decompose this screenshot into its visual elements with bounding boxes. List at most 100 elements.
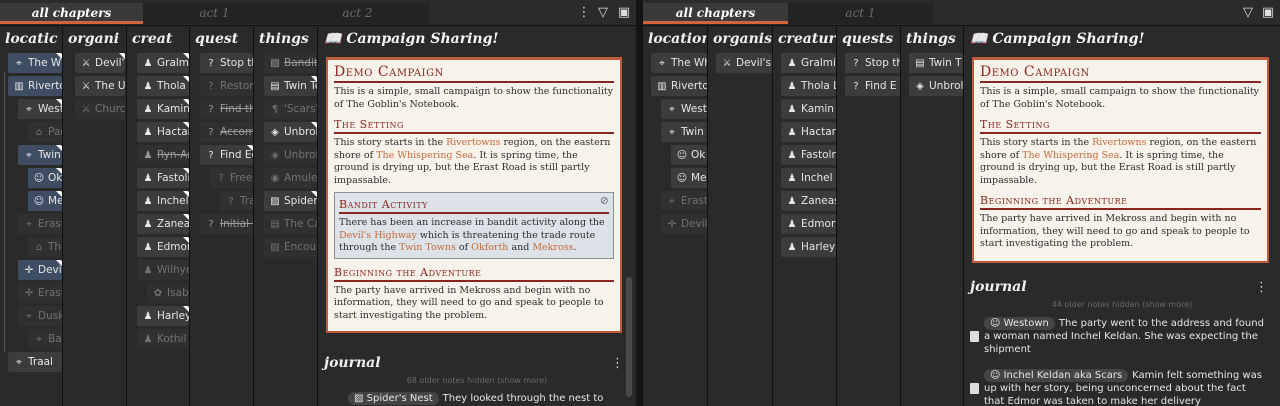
menu-icon[interactable]: ⋮ — [576, 4, 592, 21]
list-item[interactable]: ♟ Gralmi — [137, 53, 189, 73]
panel-divider[interactable] — [636, 0, 643, 406]
tab-act-2[interactable]: act 2 — [286, 3, 429, 24]
list-item[interactable]: ▨ Bandit — [264, 53, 317, 73]
list-item[interactable]: ▤Twin Te — [264, 76, 317, 96]
list-item[interactable]: ⌖Bas — [28, 329, 62, 349]
list-item[interactable]: ♟ Edmor — [137, 237, 189, 257]
list-item[interactable]: ?Track — [220, 191, 253, 211]
tab-all-chapters[interactable]: all chapters — [643, 3, 788, 24]
note-tag[interactable]: ▨ Spider's Nest — [348, 392, 439, 405]
list-item[interactable]: ? Restor — [200, 76, 253, 96]
note-tag[interactable]: ☺ Westown — [984, 317, 1055, 330]
list-item[interactable]: ♟ Kamin — [137, 99, 189, 119]
journal-note[interactable]: ▨ Spider's Nest They looked through the n… — [348, 392, 618, 405]
eye-slash-icon[interactable]: ⊘ — [600, 194, 609, 207]
list-item[interactable]: ✛ Devil — [661, 214, 707, 234]
list-item[interactable]: ♟ Fastoln — [781, 145, 836, 165]
list-item[interactable]: ☺ Me — [671, 168, 707, 188]
filter-icon[interactable]: ▽ — [1240, 4, 1256, 21]
list-item[interactable]: ✛ Devil — [18, 260, 62, 280]
list-item[interactable]: ♟Thola L — [137, 76, 189, 96]
note-tag[interactable]: ☺ Inchel Keldan aka Scars — [984, 369, 1129, 382]
tab-act-1[interactable]: act 1 — [788, 3, 933, 24]
list-item[interactable]: ▤ Twin T — [909, 53, 963, 73]
list-item[interactable]: ⌖ West — [18, 99, 62, 119]
list-item[interactable]: ? Find E — [845, 76, 900, 96]
list-item[interactable]: ◈ Unbrol — [909, 76, 963, 96]
list-item[interactable]: ?Stop th — [845, 53, 900, 73]
journal-menu-icon[interactable]: ⋮ — [611, 356, 624, 371]
link-okforth[interactable]: Okforth — [471, 242, 508, 253]
list-item[interactable]: ⌖ Twin — [661, 122, 707, 142]
window-icon[interactable]: ▣ — [1260, 4, 1276, 21]
list-item[interactable]: ⌖The Wh — [8, 53, 62, 73]
list-item[interactable]: ☺ Ok — [28, 168, 62, 188]
link-rivertowns[interactable]: Rivertowns — [446, 137, 500, 148]
list-item[interactable]: ✛Erast — [18, 283, 62, 303]
list-item[interactable]: ♟ Kothil — [137, 329, 189, 349]
list-item[interactable]: ♟Ryn-An — [137, 145, 189, 165]
list-item[interactable]: ♟Zaneas — [781, 191, 836, 211]
link-twin-towns[interactable]: Twin Towns — [399, 242, 456, 253]
link-whispering-sea[interactable]: The Whispering Sea — [1022, 150, 1119, 161]
show-more-link[interactable]: 68 older notes hidden (show more) — [318, 375, 636, 387]
tab-act-1[interactable]: act 1 — [143, 3, 286, 24]
list-item[interactable]: ♟ Wilhye — [137, 260, 189, 280]
list-item[interactable]: ▥ Riverto — [651, 76, 707, 96]
list-item[interactable]: ?Stop th — [200, 53, 253, 73]
list-item[interactable]: ⌖Erast — [18, 214, 62, 234]
link-rivertowns[interactable]: Rivertowns — [1092, 137, 1146, 148]
list-item[interactable]: ♟ Hactar — [781, 122, 836, 142]
show-more-link[interactable]: 44 older notes hidden (show more) — [964, 299, 1280, 311]
list-item[interactable]: ⚔The Ur — [75, 76, 125, 96]
list-item[interactable]: ▨ Spider' — [264, 191, 317, 211]
list-item[interactable]: ◈Unbrok — [264, 122, 317, 142]
window-icon[interactable]: ▣ — [616, 4, 632, 21]
link-devils-highway[interactable]: Devil's Highway — [339, 230, 417, 241]
list-item[interactable]: ♟ Kamin — [781, 99, 836, 119]
list-item[interactable]: ◉Amulet — [264, 168, 317, 188]
list-item[interactable]: ⌖Erast — [661, 191, 707, 211]
list-item[interactable]: ? Initial I — [200, 214, 253, 234]
list-item[interactable]: ♟ Edmor — [781, 214, 836, 234]
list-item[interactable]: ♟ Harley — [781, 237, 836, 257]
journal-note[interactable]: ☺ Inchel Keldan aka Scars Kamin felt some… — [970, 369, 1269, 406]
link-mekross[interactable]: Mekross — [532, 242, 573, 253]
list-item[interactable]: ⌖ Traal — [8, 352, 62, 372]
list-item[interactable]: ♟ Hactar — [137, 122, 189, 142]
list-item[interactable]: ⌂Par — [28, 122, 62, 142]
list-item[interactable]: ☺ Me — [28, 191, 62, 211]
tab-all-chapters[interactable]: all chapters — [0, 3, 143, 24]
list-item[interactable]: ☺ Ok — [671, 145, 707, 165]
list-item[interactable]: ⚔Church — [75, 99, 125, 119]
list-item[interactable]: ¶ 'Scars' — [264, 99, 317, 119]
journal-menu-icon[interactable]: ⋮ — [1255, 280, 1268, 295]
list-item[interactable]: ⌂The — [28, 237, 62, 257]
filter-icon[interactable]: ▽ — [595, 4, 611, 21]
list-item[interactable]: ♟Thola L — [781, 76, 836, 96]
list-item[interactable]: ♟ Harley — [137, 306, 189, 326]
list-item[interactable]: ♟ Gralmi — [781, 53, 836, 73]
list-item[interactable]: ◈Unbrok — [264, 145, 317, 165]
list-item[interactable]: ▨ Encou — [264, 237, 317, 257]
list-item[interactable]: ♟Zaneas — [137, 214, 189, 234]
list-item[interactable]: ⌖ Twin — [18, 145, 62, 165]
list-item[interactable]: ♟ Inchel — [781, 168, 836, 188]
person-icon: ♟ — [143, 242, 153, 253]
link-whispering-sea[interactable]: The Whispering Sea — [376, 150, 473, 161]
journal-note[interactable]: ☺ Westown The party went to the address a… — [970, 317, 1269, 356]
list-item[interactable]: ⌖ Dusk — [18, 306, 62, 326]
list-item[interactable]: ♟ Inchel — [137, 191, 189, 211]
list-item[interactable]: ⚔Devil's — [75, 53, 125, 73]
list-item[interactable]: ⌖ West — [661, 99, 707, 119]
list-item[interactable]: ? Find th — [200, 99, 253, 119]
list-item[interactable]: ✿Isabe — [147, 283, 189, 303]
list-item[interactable]: ⚔Devil's — [716, 53, 772, 73]
list-item[interactable]: ▥ Riverto — [8, 76, 62, 96]
list-item[interactable]: ? Accom — [200, 122, 253, 142]
list-item[interactable]: ▤ The Ca — [264, 214, 317, 234]
list-item[interactable]: ⌖The Wh — [651, 53, 707, 73]
list-item[interactable]: ?Find Ec — [200, 145, 253, 165]
list-item[interactable]: ?Free th — [210, 168, 253, 188]
list-item[interactable]: ♟ Fastolr — [137, 168, 189, 188]
